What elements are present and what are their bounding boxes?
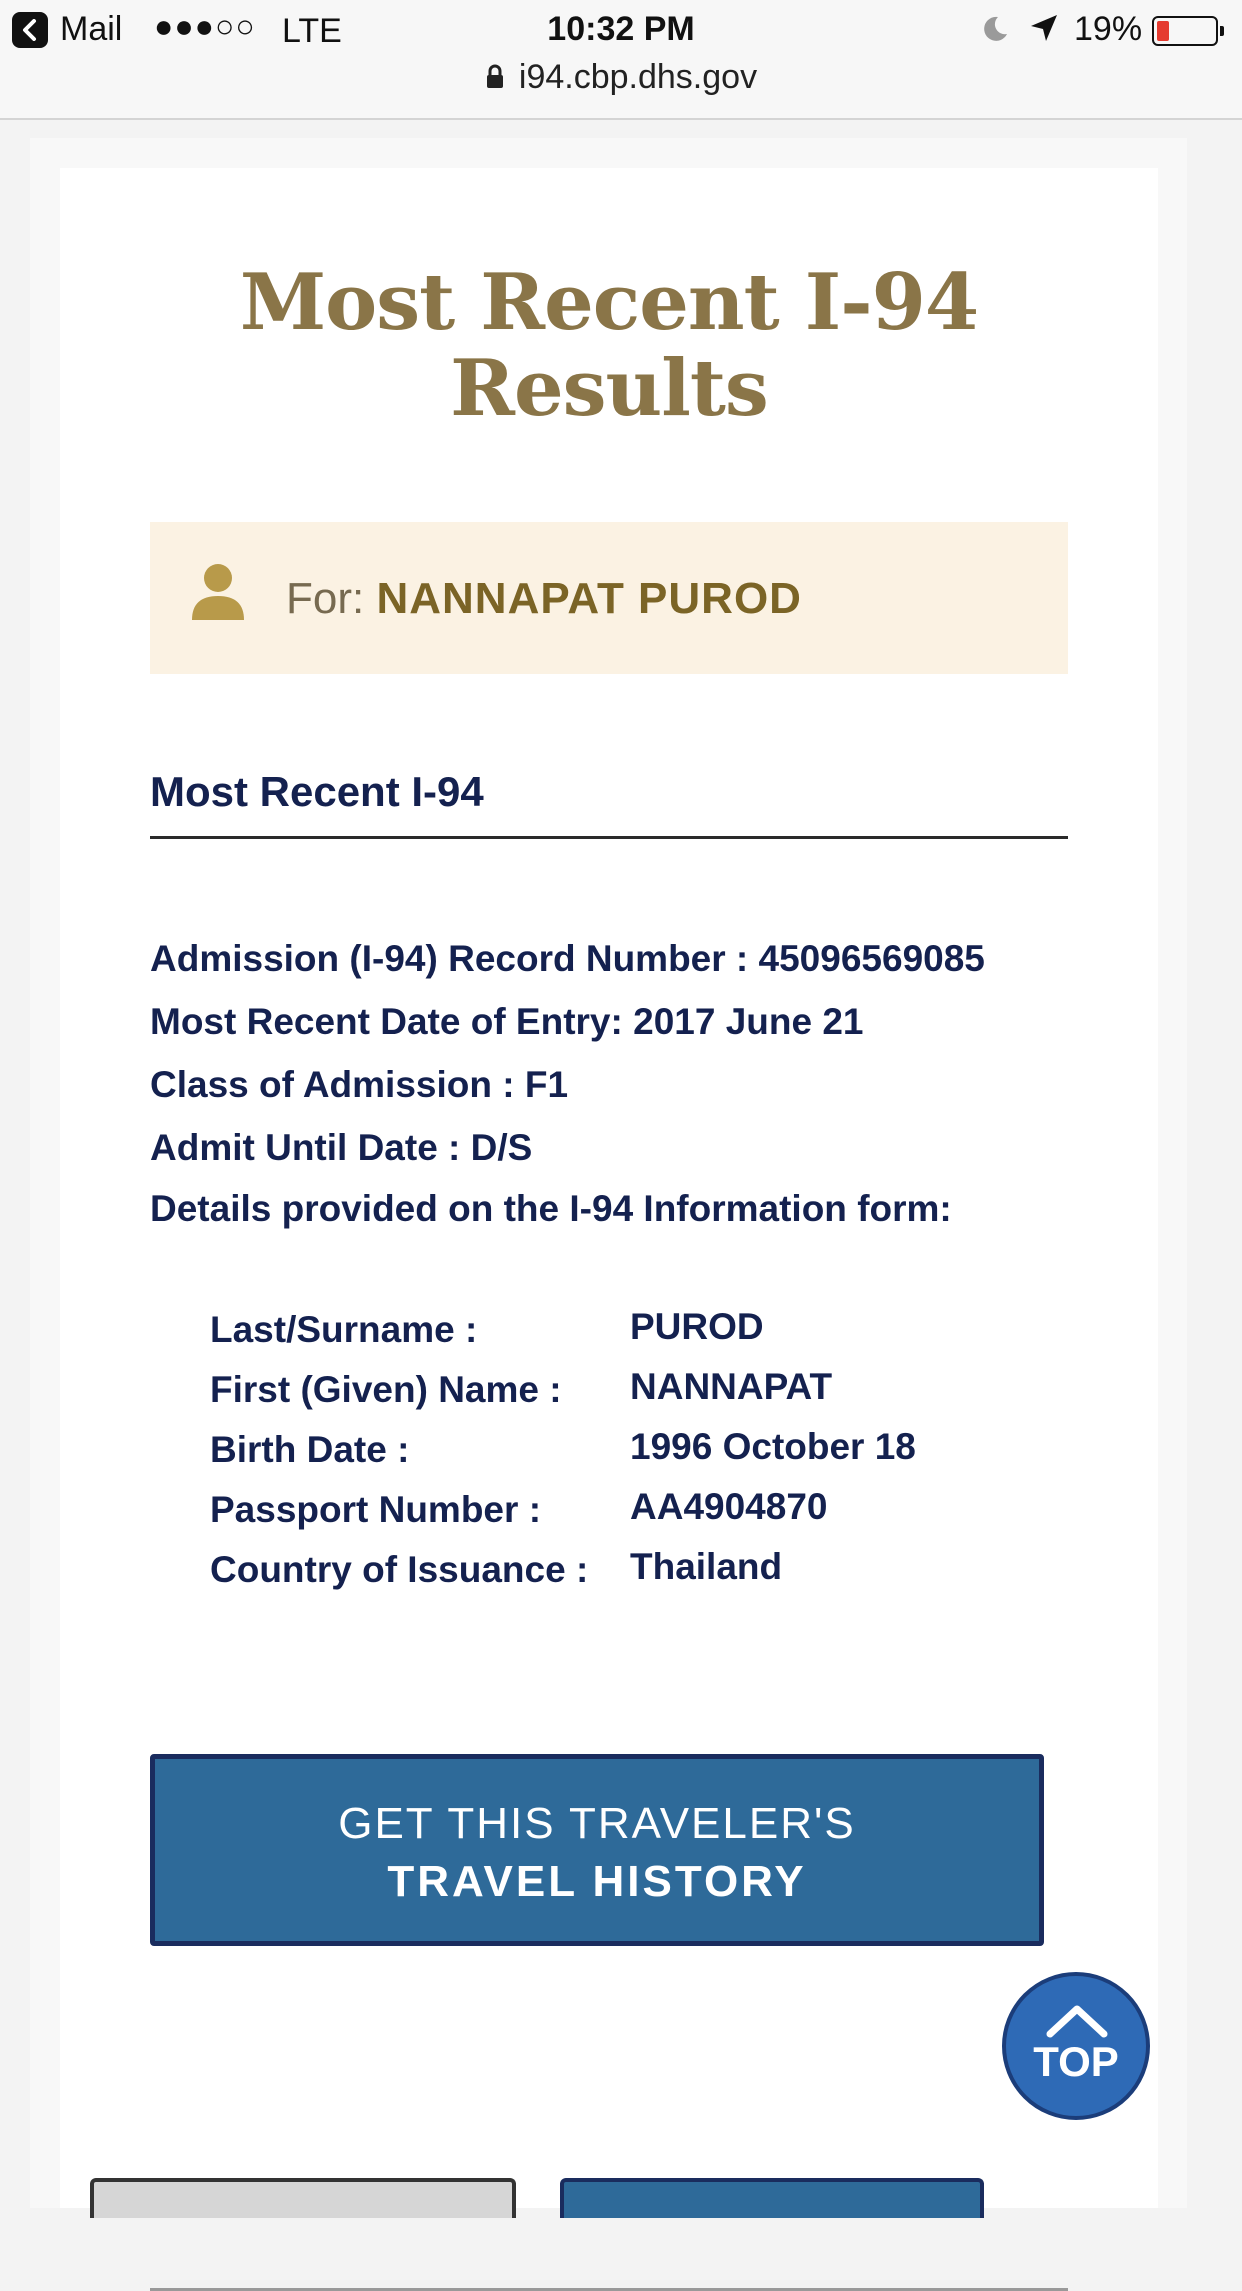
detail-label: First (Given) Name : [210, 1369, 562, 1410]
primary-action-button[interactable] [560, 2178, 984, 2218]
detail-value: PUROD [630, 1306, 764, 1347]
person-icon [192, 564, 244, 620]
ios-status-row: Mail ●●●○○ LTE 10:32 PM 19% [0, 8, 1242, 58]
travel-history-button-line2: TRAVEL HISTORY [387, 1857, 807, 1906]
record-number: Admission (I-94) Record Number : 4509656… [150, 938, 985, 979]
browser-status-bar: Mail ●●●○○ LTE 10:32 PM 19% i94.cbp.dhs.… [0, 0, 1242, 120]
date-of-entry: Most Recent Date of Entry: 2017 June 21 [150, 1001, 864, 1042]
page-title-line2: Results [450, 343, 769, 434]
results-card: Most Recent I-94 Results For: NANNAPAT P… [60, 168, 1158, 2291]
url-text[interactable]: i94.cbp.dhs.gov [519, 58, 757, 96]
page-title: Most Recent I-94 Results [60, 260, 1158, 432]
travel-history-button-line1: GET THIS TRAVELER'S [338, 1799, 856, 1848]
battery-icon [1152, 16, 1224, 46]
section-divider [150, 836, 1068, 839]
detail-value: AA4904870 [630, 1486, 828, 1527]
page-title-line1: Most Recent I-94 [239, 257, 979, 348]
battery-percentage: 19% [1074, 10, 1143, 48]
detail-value: NANNAPAT [630, 1366, 833, 1407]
detail-value: Thailand [630, 1546, 783, 1587]
address-bar[interactable]: i94.cbp.dhs.gov [0, 58, 1242, 102]
lock-icon [486, 64, 503, 88]
for-label: For: [286, 574, 365, 623]
detail-label: Last/Surname : [210, 1309, 478, 1350]
admit-until-date: Admit Until Date : D/S [150, 1127, 533, 1168]
back-to-top-button[interactable]: TOP [1002, 1972, 1150, 2120]
top-button-label: TOP [1033, 2038, 1119, 2085]
class-of-admission: Class of Admission : F1 [150, 1064, 569, 1105]
moon-icon [980, 14, 1010, 53]
details-intro: Details provided on the I-94 Information… [150, 1188, 952, 1229]
chevron-up-icon [1046, 2005, 1108, 2038]
traveler-banner: For: NANNAPAT PUROD [150, 522, 1068, 674]
travel-history-button[interactable]: GET THIS TRAVELER'S TRAVEL HISTORY [150, 1754, 1044, 1946]
traveler-name: NANNAPAT PUROD [376, 574, 802, 623]
traveler-for-text: For: NANNAPAT PUROD [286, 574, 802, 624]
location-arrow-icon [1028, 12, 1060, 53]
detail-label: Passport Number : [210, 1489, 542, 1530]
section-heading: Most Recent I-94 [150, 768, 484, 815]
detail-label: Birth Date : [210, 1429, 410, 1470]
secondary-action-button[interactable] [90, 2178, 516, 2218]
detail-value: 1996 October 18 [630, 1426, 916, 1467]
detail-label: Country of Issuance : [210, 1549, 589, 1590]
